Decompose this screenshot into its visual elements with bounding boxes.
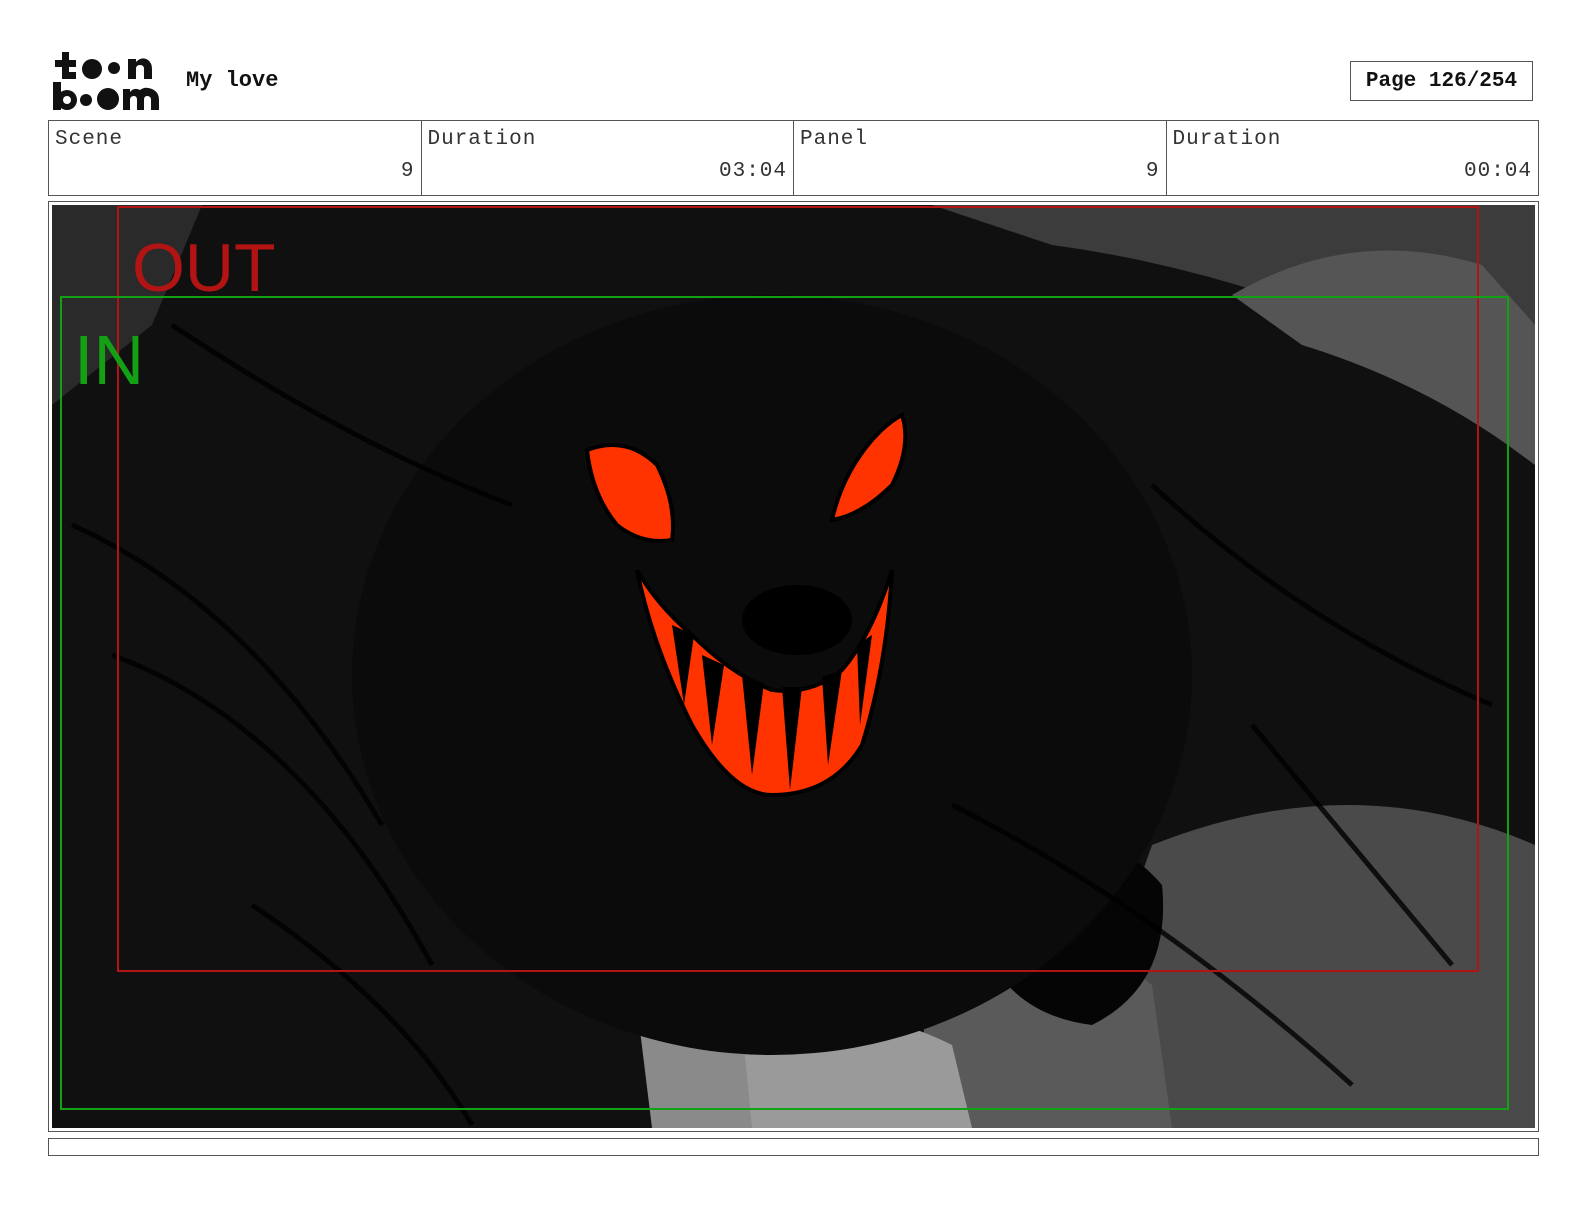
- panel-info-table: Scene 9 Duration 03:04 Panel 9 Duration …: [48, 120, 1539, 196]
- panel-duration-cell: Duration 00:04: [1167, 121, 1539, 195]
- scene-value: 9: [400, 160, 415, 183]
- page-label: Page 126/254: [1365, 69, 1518, 93]
- scene-duration-value: 03:04: [718, 160, 787, 183]
- in-frame: [60, 296, 1509, 1110]
- project-title: My love: [186, 68, 279, 93]
- panel-duration-label: Duration: [1172, 128, 1282, 151]
- panel-cell: Panel 9: [794, 121, 1167, 195]
- panel-duration-value: 00:04: [1463, 160, 1532, 183]
- scene-duration-label: Duration: [427, 128, 537, 151]
- panel-label: Panel: [800, 128, 869, 151]
- panel-value: 9: [1145, 160, 1160, 183]
- page-indicator: Page 126/254: [1350, 61, 1533, 101]
- scene-cell: Scene 9: [49, 121, 422, 195]
- toon-boom-logo: [50, 50, 165, 112]
- scene-duration-cell: Duration 03:04: [422, 121, 794, 195]
- in-frame-label: IN: [74, 321, 144, 399]
- scene-label: Scene: [55, 128, 124, 151]
- caption-box: [48, 1138, 1539, 1156]
